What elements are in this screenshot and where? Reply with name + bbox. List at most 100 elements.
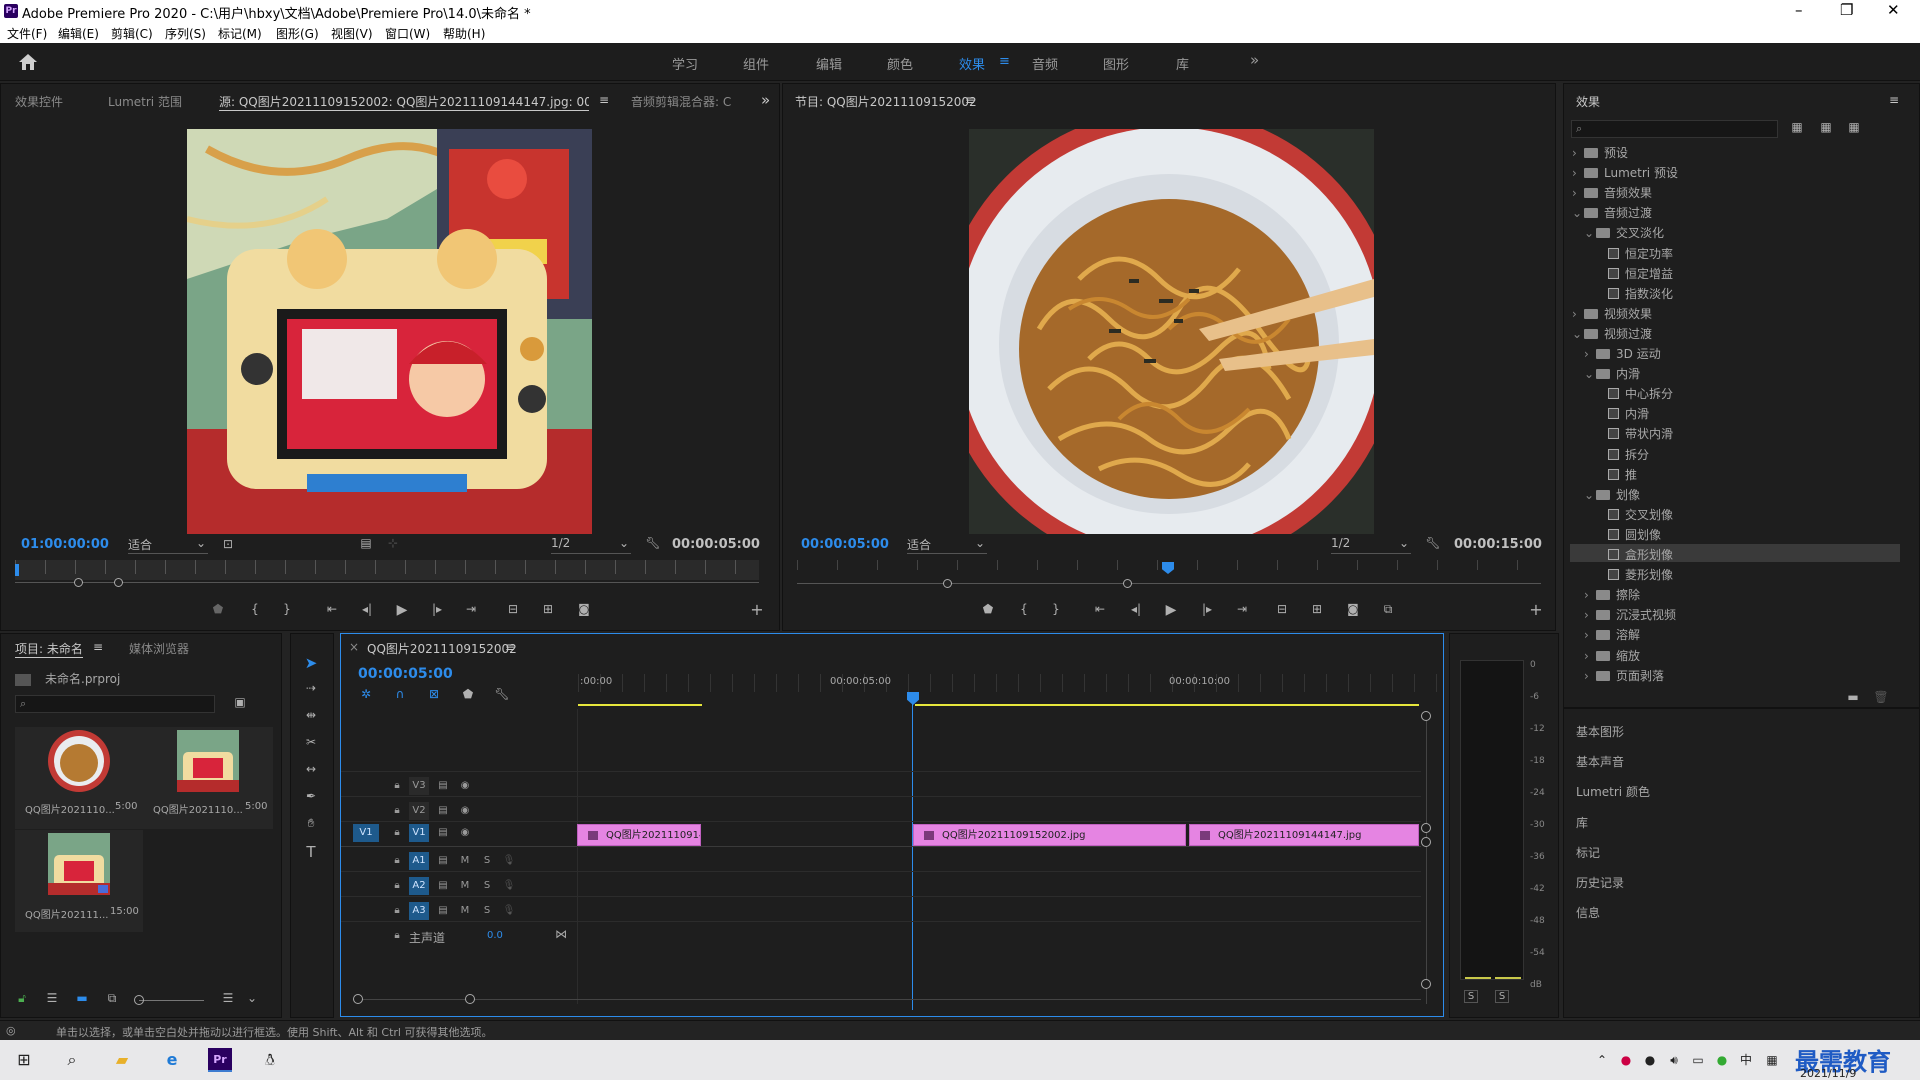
- horizontal-scrollbar[interactable]: [353, 999, 1421, 1000]
- wrench-icon[interactable]: 🔧︎: [1424, 536, 1442, 550]
- menu-graphics[interactable]: 图形(G): [276, 25, 319, 42]
- scroll-handle[interactable]: [465, 994, 475, 1004]
- panel-2[interactable]: Lumetri 颜色: [1576, 783, 1650, 800]
- source-patch-v1[interactable]: V1: [353, 824, 379, 842]
- lock-icon[interactable]: 🔒︎: [387, 824, 407, 842]
- chevron-down-icon[interactable]: ⌄: [1584, 488, 1596, 502]
- scroll-handle[interactable]: [1421, 979, 1431, 989]
- chevron-down-icon[interactable]: ⌄: [1584, 226, 1596, 240]
- lock-icon[interactable]: 🔒︎: [387, 927, 407, 945]
- 32bit-effects-icon[interactable]: ▦: [1817, 120, 1835, 134]
- workspace-libraries[interactable]: 库: [1176, 54, 1189, 73]
- effect-folder[interactable]: ⌄ 内滑: [1584, 365, 1640, 382]
- sync-lock-icon[interactable]: ▤: [433, 877, 453, 895]
- menu-marker[interactable]: 标记(M): [218, 25, 262, 42]
- lift-icon[interactable]: ⊟: [1273, 602, 1291, 616]
- zoom-handle-right[interactable]: [114, 578, 123, 587]
- sequence-tab-menu-icon[interactable]: ≡: [505, 640, 515, 654]
- slip-tool-icon[interactable]: ↔: [302, 762, 320, 776]
- effect-folder[interactable]: › 视频效果: [1572, 305, 1652, 322]
- track-label[interactable]: A2: [409, 877, 429, 895]
- volume-icon[interactable]: 🔊︎: [1662, 1048, 1686, 1072]
- mark-in-icon[interactable]: {: [1015, 602, 1033, 616]
- find-icon[interactable]: ▣: [231, 695, 249, 709]
- razor-tool-icon[interactable]: ✂: [302, 735, 320, 749]
- settings-icon[interactable]: ⊡: [219, 537, 237, 551]
- timeline-timecode[interactable]: 00:00:05:00: [358, 666, 453, 682]
- workspace-graphics[interactable]: 图形: [1103, 54, 1129, 73]
- sync-lock-icon[interactable]: ▤: [433, 777, 453, 795]
- go-to-in-icon[interactable]: ⇤: [323, 602, 341, 616]
- minimize-button[interactable]: –: [1795, 1, 1803, 19]
- tab-program[interactable]: 节目: QQ图片20211109152002: [795, 93, 977, 110]
- track-select-tool-icon[interactable]: ⇢: [302, 681, 320, 695]
- eye-icon[interactable]: ◉: [455, 824, 475, 842]
- linked-selection-icon[interactable]: ⊠: [425, 687, 443, 701]
- effect-item[interactable]: 菱形划像: [1596, 566, 1673, 583]
- home-icon[interactable]: [18, 53, 38, 71]
- edge-browser-icon[interactable]: e: [160, 1048, 184, 1072]
- yuv-effects-icon[interactable]: ▦: [1845, 120, 1863, 134]
- lock-icon[interactable]: 🔓︎: [13, 991, 31, 1006]
- step-back-icon[interactable]: ◂|: [358, 602, 376, 616]
- program-tab-menu-icon[interactable]: ≡: [965, 93, 975, 107]
- microphone-icon[interactable]: 🎙︎: [499, 877, 519, 895]
- chevron-right-icon[interactable]: ›: [1584, 347, 1596, 361]
- vertical-scrollbar[interactable]: [1426, 714, 1427, 1004]
- scroll-handle[interactable]: [1421, 823, 1431, 833]
- effect-item[interactable]: 交叉划像: [1596, 506, 1673, 523]
- effect-item[interactable]: 带状内滑: [1596, 425, 1673, 442]
- effect-item[interactable]: 恒定增益: [1596, 265, 1673, 282]
- thumbnail-size-slider[interactable]: [139, 1000, 204, 1001]
- tab-project[interactable]: 项目: 未命名: [15, 640, 83, 658]
- tab-sequence[interactable]: QQ图片20211109152002: [367, 640, 517, 657]
- mark-out-icon[interactable]: }: [278, 602, 296, 616]
- scroll-handle[interactable]: [1421, 837, 1431, 847]
- chevron-down-icon[interactable]: ⌄: [1572, 327, 1584, 341]
- solo-left-button[interactable]: S: [1464, 990, 1478, 1003]
- menu-file[interactable]: 文件(F): [7, 25, 47, 42]
- effect-folder[interactable]: ⌄ 音频过渡: [1572, 204, 1652, 221]
- workspace-audio[interactable]: 音频: [1032, 54, 1058, 73]
- go-to-in-icon[interactable]: ⇤: [1091, 602, 1109, 616]
- tab-source[interactable]: 源: QQ图片20211109152002: QQ图片2021110914414…: [219, 93, 589, 111]
- comparison-view-icon[interactable]: ⧉: [1379, 602, 1397, 617]
- program-time-ruler[interactable]: [797, 560, 1541, 580]
- source-playhead[interactable]: [15, 564, 19, 576]
- workspace-menu-icon[interactable]: ≡: [999, 54, 1010, 69]
- tray-up-icon[interactable]: ⌃: [1590, 1048, 1614, 1072]
- snap-icon[interactable]: ∩: [391, 687, 409, 701]
- menu-clip[interactable]: 剪辑(C): [111, 25, 153, 42]
- new-bin-icon[interactable]: ▬: [1844, 690, 1862, 704]
- lock-icon[interactable]: 🔒︎: [387, 777, 407, 795]
- microphone-icon[interactable]: 🎙︎: [499, 852, 519, 870]
- chevron-right-icon[interactable]: ›: [1584, 628, 1596, 642]
- effect-folder[interactable]: ⌄ 交叉淡化: [1584, 224, 1664, 241]
- effects-search-input[interactable]: ⌕: [1571, 120, 1778, 138]
- effect-item[interactable]: 中心拆分: [1596, 385, 1673, 402]
- wrench-icon[interactable]: 🔧︎: [644, 536, 662, 550]
- go-to-out-icon[interactable]: ⇥: [462, 602, 480, 616]
- accelerated-effects-icon[interactable]: ▦: [1788, 120, 1806, 134]
- source-tab-menu-icon[interactable]: ≡: [599, 93, 609, 107]
- more-tabs-icon[interactable]: »: [761, 91, 770, 109]
- lock-icon[interactable]: 🔒︎: [387, 852, 407, 870]
- track-label[interactable]: A1: [409, 852, 429, 870]
- chevron-right-icon[interactable]: ›: [1572, 307, 1584, 321]
- source-timecode[interactable]: 01:00:00:00: [21, 537, 109, 552]
- add-marker-icon[interactable]: ⬟: [979, 602, 997, 616]
- panel-1[interactable]: 基本声音: [1576, 753, 1624, 770]
- pen-tool-icon[interactable]: ✒: [302, 789, 320, 803]
- effect-folder[interactable]: › 沉浸式视频: [1584, 606, 1676, 623]
- chevron-right-icon[interactable]: ›: [1572, 186, 1584, 200]
- menu-edit[interactable]: 编辑(E): [58, 25, 99, 42]
- more-workspaces-icon[interactable]: »: [1250, 51, 1259, 69]
- tray-app-icon[interactable]: ●: [1638, 1048, 1662, 1072]
- effect-folder[interactable]: › Lumetri 预设: [1572, 164, 1678, 181]
- microphone-icon[interactable]: 🎙︎: [499, 902, 519, 920]
- effect-item[interactable]: 圆划像: [1596, 526, 1661, 543]
- type-tool-icon[interactable]: T: [302, 843, 320, 861]
- sync-lock-icon[interactable]: ▤: [433, 902, 453, 920]
- workspace-learn[interactable]: 学习: [672, 54, 698, 73]
- chevron-down-icon[interactable]: ⌄: [1572, 206, 1584, 220]
